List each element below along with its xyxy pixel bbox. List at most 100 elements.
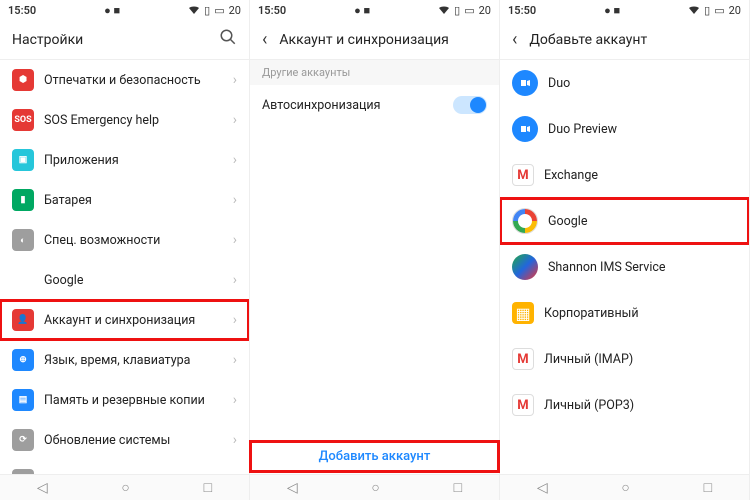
row-icon: ▤ [12, 389, 34, 411]
gmail-icon: M [512, 348, 534, 370]
battery-icon: ▭ [214, 4, 224, 17]
shannon-icon [512, 254, 538, 280]
page-title: Добавьте аккаунт [529, 32, 737, 48]
nav-back-icon[interactable]: ◁ [537, 480, 548, 496]
search-icon[interactable] [219, 28, 237, 51]
chevron-right-icon: › [233, 432, 237, 448]
chevron-right-icon: › [233, 312, 237, 328]
settings-row[interactable]: ⟳ Обновление системы › [0, 420, 249, 460]
autosync-toggle[interactable] [453, 96, 487, 114]
settings-row[interactable]: ◐Спец. возможности› [0, 220, 249, 260]
row-label: Аккаунт и синхронизация [44, 313, 223, 328]
nav-recent-icon[interactable]: □ [704, 479, 712, 496]
autosync-row[interactable]: Автосинхронизация [250, 85, 499, 125]
account-type-row[interactable]: MExchange [500, 152, 749, 198]
account-type-row[interactable]: Duo Preview [500, 106, 749, 152]
settings-row[interactable]: SOS SOS Emergency help › [0, 100, 249, 140]
account-type-row[interactable]: M Личный (POP3) [500, 382, 749, 428]
nav-back-icon[interactable]: ◁ [37, 480, 48, 496]
row-icon: ⟳ [12, 429, 34, 451]
status-time: 15:50 [508, 4, 536, 17]
settings-screen: 15:50 ● ■ ▯ ▭ 20 Настройки ⬢Отпечатки и … [0, 0, 250, 500]
row-icon-empty [12, 269, 34, 291]
chevron-right-icon: › [233, 112, 237, 128]
battery-level: 20 [229, 4, 241, 17]
status-bar: 15:50 ● ■ ▯ ▭ 20 [0, 0, 249, 20]
vibrate-icon: ▯ [204, 4, 210, 17]
settings-row[interactable]: ⬢Отпечатки и безопасность› [0, 60, 249, 100]
row-label: Отпечатки и безопасность [44, 73, 223, 88]
sync-screen: 15:50 ● ■ ▯ ▭ 20 ‹ Аккаунт и синхронизац… [250, 0, 500, 500]
settings-row[interactable]: ▤ Память и резервные копии › [0, 380, 249, 420]
row-label: Батарея [44, 193, 223, 208]
page-title: Настройки [12, 32, 207, 48]
settings-header: Настройки [0, 20, 249, 60]
chevron-right-icon: › [233, 352, 237, 368]
back-icon[interactable]: ‹ [262, 29, 267, 50]
chevron-right-icon: › [233, 232, 237, 248]
settings-row[interactable]: ▣Приложения› [0, 140, 249, 180]
row-label: Личный (POP3) [544, 398, 737, 413]
row-label: Exchange [544, 168, 737, 183]
settings-list: ⬢Отпечатки и безопасность›SOSSOS Emergen… [0, 60, 249, 500]
status-time: 15:50 [258, 4, 286, 17]
status-bar: 15:50 ● ■ ▯ ▭ 20 [250, 0, 499, 20]
row-label: Duo Preview [548, 122, 737, 137]
nav-home-icon[interactable]: ○ [621, 479, 629, 496]
status-right: ▯ ▭ 20 [438, 4, 491, 17]
status-dots: ● ■ [354, 4, 370, 17]
wifi-icon [188, 5, 200, 15]
settings-row[interactable]: Google› [0, 260, 249, 300]
row-label: Google [548, 214, 737, 229]
status-bar: 15:50 ● ■ ▯ ▭ 20 [500, 0, 749, 20]
nav-home-icon[interactable]: ○ [371, 479, 379, 496]
add-header: ‹ Добавьте аккаунт [500, 20, 749, 60]
row-label: Shannon IMS Service [548, 260, 737, 275]
wifi-icon [438, 5, 450, 15]
corporate-icon: ▦ [512, 302, 534, 324]
account-type-row[interactable]: Shannon IMS Service [500, 244, 749, 290]
nav-recent-icon[interactable]: □ [204, 479, 212, 496]
row-label: SOS Emergency help [44, 113, 223, 128]
status-right: ▯ ▭ 20 [688, 4, 741, 17]
settings-row[interactable]: ▮Батарея› [0, 180, 249, 220]
nav-home-icon[interactable]: ○ [121, 479, 129, 496]
gmail-icon: M [512, 394, 534, 416]
row-label: Обновление системы [44, 433, 223, 448]
add-account-screen: 15:50 ● ■ ▯ ▭ 20 ‹ Добавьте аккаунт Duo D… [500, 0, 750, 500]
nav-recent-icon[interactable]: □ [454, 479, 462, 496]
duo-icon [512, 70, 538, 96]
status-right: ▯ ▭ 20 [188, 4, 241, 17]
add-account-button[interactable]: Добавить аккаунт [250, 441, 499, 472]
google-icon [512, 208, 538, 234]
nav-bar: ◁ ○ □ [500, 474, 749, 500]
account-type-row[interactable]: ▦Корпоративный [500, 290, 749, 336]
settings-row[interactable]: ⊕Язык, время, клавиатура› [0, 340, 249, 380]
sync-list: Другие аккаунты Автосинхронизация [250, 60, 499, 500]
account-type-list: DuoDuo PreviewMExchangeGoogleShannon IMS… [500, 60, 749, 500]
row-icon: SOS [12, 109, 34, 131]
row-label: Google [44, 273, 223, 288]
vibrate-icon: ▯ [704, 4, 710, 17]
status-time: 15:50 [8, 4, 36, 17]
status-dots: ● ■ [604, 4, 620, 17]
battery-icon: ▭ [714, 4, 724, 17]
wifi-icon [688, 5, 700, 15]
account-type-row[interactable]: Duo [500, 60, 749, 106]
vibrate-icon: ▯ [454, 4, 460, 17]
nav-back-icon[interactable]: ◁ [287, 480, 298, 496]
account-type-row[interactable]: Google [500, 198, 749, 244]
chevron-right-icon: › [233, 152, 237, 168]
nav-bar: ◁ ○ □ [250, 474, 499, 500]
row-label: Язык, время, клавиатура [44, 353, 223, 368]
back-icon[interactable]: ‹ [512, 29, 517, 50]
row-label: Duo [548, 76, 737, 91]
row-label: Память и резервные копии [44, 393, 223, 408]
account-type-row[interactable]: MЛичный (IMAP) [500, 336, 749, 382]
settings-row[interactable]: 👤Аккаунт и синхронизация› [0, 300, 249, 340]
battery-level: 20 [479, 4, 491, 17]
chevron-right-icon: › [233, 72, 237, 88]
chevron-right-icon: › [233, 392, 237, 408]
row-label: Спец. возможности [44, 233, 223, 248]
section-other-accounts: Другие аккаунты [250, 60, 499, 85]
